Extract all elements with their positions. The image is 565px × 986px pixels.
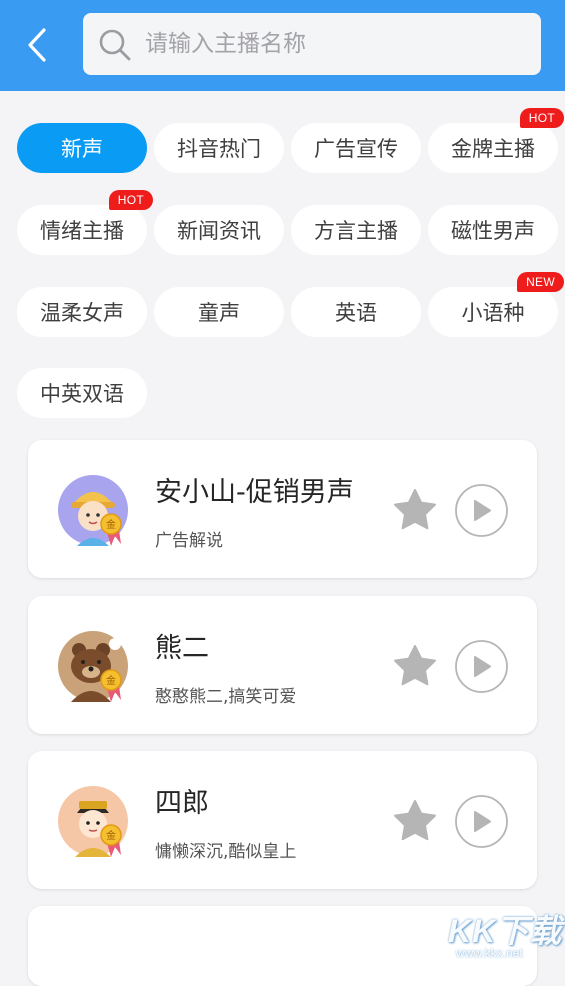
- chip-label: 温柔女声: [40, 301, 124, 325]
- star-icon[interactable]: [392, 643, 438, 689]
- anchor-desc: 憨憨熊二,搞笑可爱: [155, 687, 297, 707]
- anchor-card[interactable]: 金 安小山-促销男声 广告解说: [28, 440, 537, 578]
- anchor-name: 四郎: [155, 788, 209, 819]
- anchor-name: 安小山-促销男声: [155, 477, 354, 508]
- chip-label: 英语: [335, 301, 377, 325]
- new-badge: NEW: [517, 272, 564, 292]
- chip-label: 新声: [61, 137, 103, 161]
- chip-10[interactable]: 英语: [291, 287, 421, 337]
- star-icon[interactable]: [392, 798, 438, 844]
- chip-label: 磁性男声: [451, 219, 535, 243]
- anchor-desc: 慵懒深沉,酷似皇上: [155, 842, 297, 862]
- play-icon[interactable]: [454, 483, 509, 538]
- chip-label: 广告宣传: [314, 137, 398, 161]
- chip-label: 抖音热门: [177, 137, 261, 161]
- chip-9[interactable]: 童声: [154, 287, 284, 337]
- watermark-url: www.kkx.net: [456, 946, 523, 960]
- play-icon[interactable]: [454, 794, 509, 849]
- medal-label: 金: [106, 829, 116, 842]
- anchor-card[interactable]: 金 熊二 憨憨熊二,搞笑可爱: [28, 596, 537, 734]
- chip-label: 中英双语: [40, 382, 124, 406]
- anchor-name: 熊二: [155, 633, 209, 664]
- medal-label: 金: [106, 518, 116, 531]
- chip-0[interactable]: 新声: [17, 123, 147, 173]
- chip-label: 方言主播: [314, 219, 398, 243]
- medal-label: 金: [106, 674, 116, 687]
- chip-11[interactable]: 小语种 NEW: [428, 272, 564, 337]
- chip-8[interactable]: 温柔女声: [17, 287, 147, 337]
- bear-avatar-icon: 金: [58, 631, 128, 702]
- chip-label: 情绪主播: [40, 219, 124, 243]
- chip-2[interactable]: 广告宣传: [291, 123, 421, 173]
- chip-label: 童声: [198, 301, 240, 325]
- hot-badge: HOT: [519, 108, 564, 128]
- chip-label: 新闻资讯: [177, 219, 261, 243]
- chip-12[interactable]: 中英双语: [17, 368, 147, 418]
- play-icon[interactable]: [454, 639, 509, 694]
- chip-label: 小语种: [461, 301, 525, 325]
- chip-3[interactable]: 金牌主播 HOT: [428, 108, 564, 173]
- star-icon[interactable]: [392, 487, 438, 533]
- chip-7[interactable]: 磁性男声: [428, 205, 558, 255]
- chip-6[interactable]: 方言主播: [291, 205, 421, 255]
- category-chips: 新声 抖音热门 广告宣传 金牌主播 HOT 情绪主播 HOT 新闻资讯 方言主播 磁…: [0, 0, 565, 430]
- chip-1[interactable]: 抖音热门: [154, 123, 284, 173]
- emperor-avatar-icon: 金: [58, 786, 128, 857]
- watermark-logo: KK下载 www.kkx.net: [446, 906, 565, 963]
- chip-label: 金牌主播: [451, 137, 535, 161]
- chip-4[interactable]: 情绪主播 HOT: [17, 190, 153, 255]
- anchor-card[interactable]: 金 四郎 慵懒深沉,酷似皇上: [28, 751, 537, 889]
- chip-5[interactable]: 新闻资讯: [154, 205, 284, 255]
- cartoon-boy-avatar-icon: 金: [58, 475, 128, 546]
- anchor-desc: 广告解说: [155, 531, 223, 551]
- hot-badge: HOT: [108, 190, 153, 210]
